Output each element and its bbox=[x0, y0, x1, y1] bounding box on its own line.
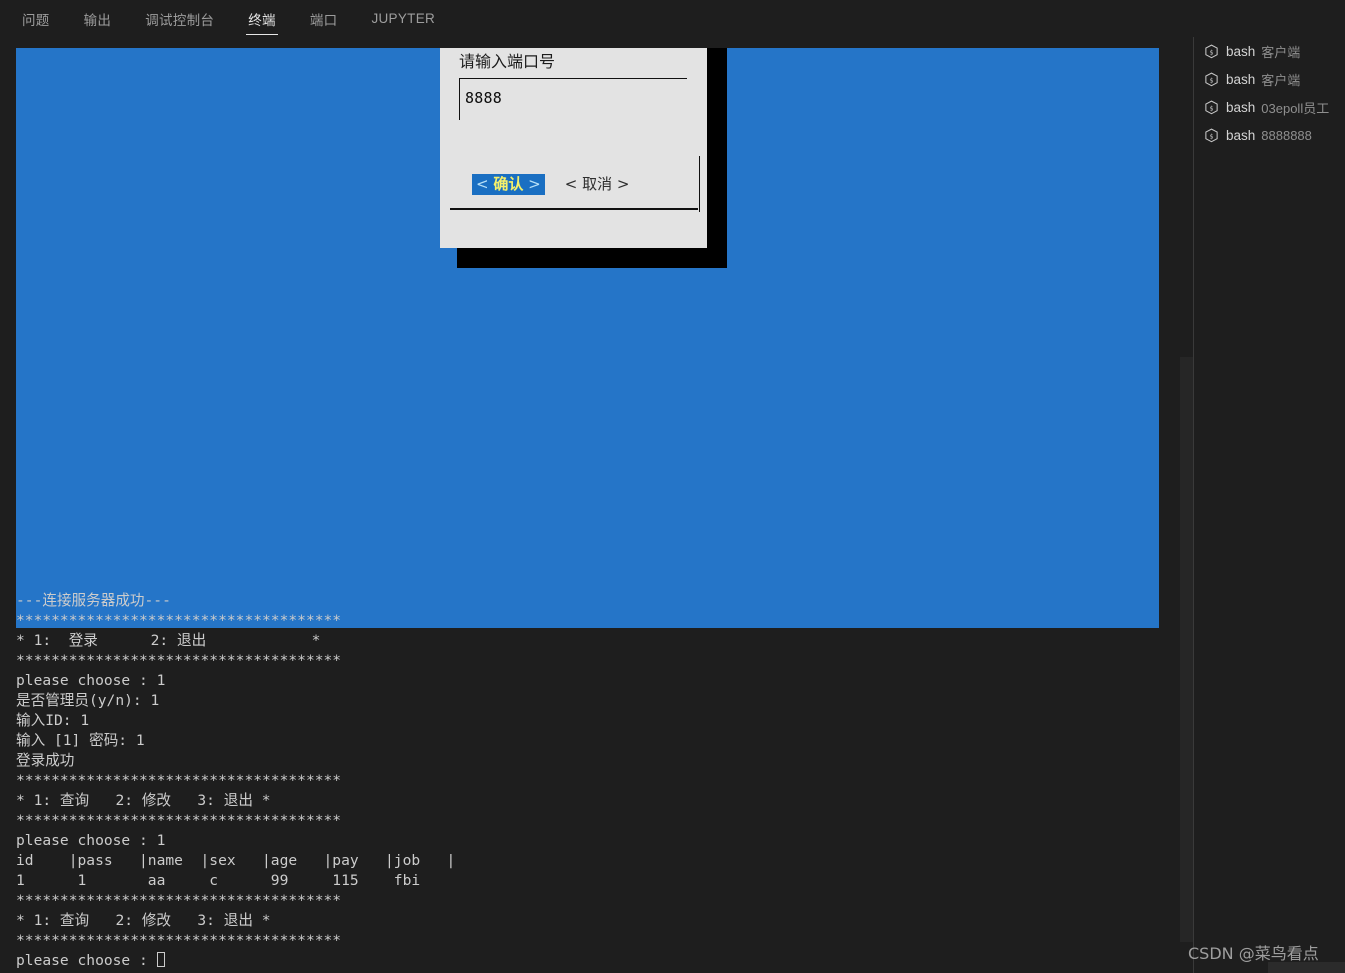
svg-text:$: $ bbox=[1210, 48, 1214, 56]
confirm-button[interactable]: < 确认 > bbox=[472, 174, 545, 195]
terminal-list-item[interactable]: $ bash 8888888 bbox=[1194, 121, 1345, 149]
terminal-shell-icon: $ bbox=[1204, 100, 1219, 115]
terminal-line: 输入 [1] 密码: 1 bbox=[16, 732, 145, 749]
tab-debug-console[interactable]: 调试控制台 bbox=[135, 0, 224, 37]
svg-text:$: $ bbox=[1210, 104, 1214, 112]
cancel-right-bracket: > bbox=[616, 175, 630, 193]
terminal-item-description: 03epoll员工 bbox=[1261, 100, 1330, 116]
terminal-shell-icon: $ bbox=[1204, 44, 1219, 59]
tab-ports[interactable]: 端口 bbox=[300, 0, 348, 37]
confirm-right-bracket: > bbox=[528, 175, 541, 193]
svg-text:$: $ bbox=[1210, 76, 1214, 84]
terminal-list-panel: $ bash 客户端 $ bash 客户端 $ bash 03epoll员工 $ bash 88888… bbox=[1193, 37, 1345, 973]
terminal-cursor bbox=[156, 952, 165, 967]
terminal-shell-icon: $ bbox=[1204, 128, 1219, 143]
watermark-tail-block bbox=[1268, 962, 1345, 973]
terminal-list-item[interactable]: $ bash 客户端 bbox=[1194, 65, 1345, 93]
terminal-item-shell: bash bbox=[1226, 99, 1256, 115]
dialog-bottom-rule bbox=[450, 208, 698, 210]
port-input-dialog[interactable]: 请输入端口号 8888 < 确认 > < 取消 > bbox=[440, 48, 707, 248]
terminal-line: 输入ID: 1 bbox=[16, 712, 90, 729]
terminal-item-description: 8888888 bbox=[1261, 127, 1312, 143]
terminal-prompt-text: please choose : bbox=[16, 952, 157, 969]
terminal-line: 是否管理员(y/n): 1 bbox=[16, 692, 160, 709]
terminal-line: ************************************* bbox=[16, 772, 342, 789]
terminal-line: ************************************* bbox=[16, 612, 342, 629]
port-input-field[interactable]: 8888 bbox=[459, 78, 687, 120]
confirm-button-label: 确认 bbox=[493, 175, 524, 193]
dialog-inner-edge bbox=[698, 156, 700, 212]
terminal-line: please choose : 1 bbox=[16, 832, 166, 849]
confirm-left-bracket: < bbox=[476, 175, 489, 193]
terminal-line: 1 1 aa c 99 115 fbi bbox=[16, 872, 421, 889]
terminal-prompt-line: please choose : bbox=[16, 951, 1166, 971]
terminal-list-item[interactable]: $ bash 客户端 bbox=[1194, 37, 1345, 65]
terminal-line: 登录成功 bbox=[16, 752, 75, 769]
terminal-line: * 1: 查询 2: 修改 3: 退出 * bbox=[16, 792, 271, 809]
cancel-button-label: 取消 bbox=[582, 175, 613, 193]
terminal-line: ---连接服务器成功--- bbox=[16, 592, 171, 609]
terminal-item-shell: bash bbox=[1226, 71, 1256, 87]
cancel-button[interactable]: < 取消 > bbox=[561, 174, 634, 195]
terminal-line: please choose : 1 bbox=[16, 672, 166, 689]
port-input-value: 8888 bbox=[465, 89, 502, 107]
tab-terminal[interactable]: 终端 bbox=[238, 0, 286, 37]
terminal-line: ************************************* bbox=[16, 892, 342, 909]
cancel-left-bracket: < bbox=[564, 175, 578, 193]
terminal-item-description: 客户端 bbox=[1261, 44, 1301, 60]
terminal-item-shell: bash bbox=[1226, 43, 1256, 59]
dialog-button-row: < 确认 > < 取消 > bbox=[472, 174, 633, 195]
svg-text:$: $ bbox=[1210, 132, 1214, 140]
terminal-output-text: ---连接服务器成功--- ***************************… bbox=[16, 591, 1166, 971]
terminal-list-item[interactable]: $ bash 03epoll员工 bbox=[1194, 93, 1345, 121]
terminal-scrollbar[interactable] bbox=[1180, 357, 1193, 942]
terminal-item-shell: bash bbox=[1226, 127, 1256, 143]
terminal-line: * 1: 查询 2: 修改 3: 退出 * bbox=[16, 912, 271, 929]
terminal-line: ************************************* bbox=[16, 812, 342, 829]
csdn-watermark: CSDN @菜鸟看点 bbox=[1188, 944, 1319, 963]
terminal-line: * 1: 登录 2: 退出 * bbox=[16, 632, 321, 649]
terminal-line: id |pass |name |sex |age |pay |job | bbox=[16, 852, 456, 869]
terminal-item-description: 客户端 bbox=[1261, 72, 1301, 88]
dialog-title: 请输入端口号 bbox=[459, 52, 556, 71]
tab-output[interactable]: 输出 bbox=[74, 0, 122, 37]
tab-jupyter[interactable]: JUPYTER bbox=[361, 0, 445, 37]
terminal-line: ************************************* bbox=[16, 932, 342, 949]
tab-problems[interactable]: 问题 bbox=[12, 0, 60, 37]
panel-tab-bar: 问题 输出 调试控制台 终端 端口 JUPYTER bbox=[0, 0, 1345, 37]
terminal-shell-icon: $ bbox=[1204, 72, 1219, 87]
terminal-viewport[interactable]: 请输入端口号 8888 < 确认 > < 取消 > ---连接服务器成功--- *… bbox=[0, 37, 1193, 973]
terminal-line: ************************************* bbox=[16, 652, 342, 669]
